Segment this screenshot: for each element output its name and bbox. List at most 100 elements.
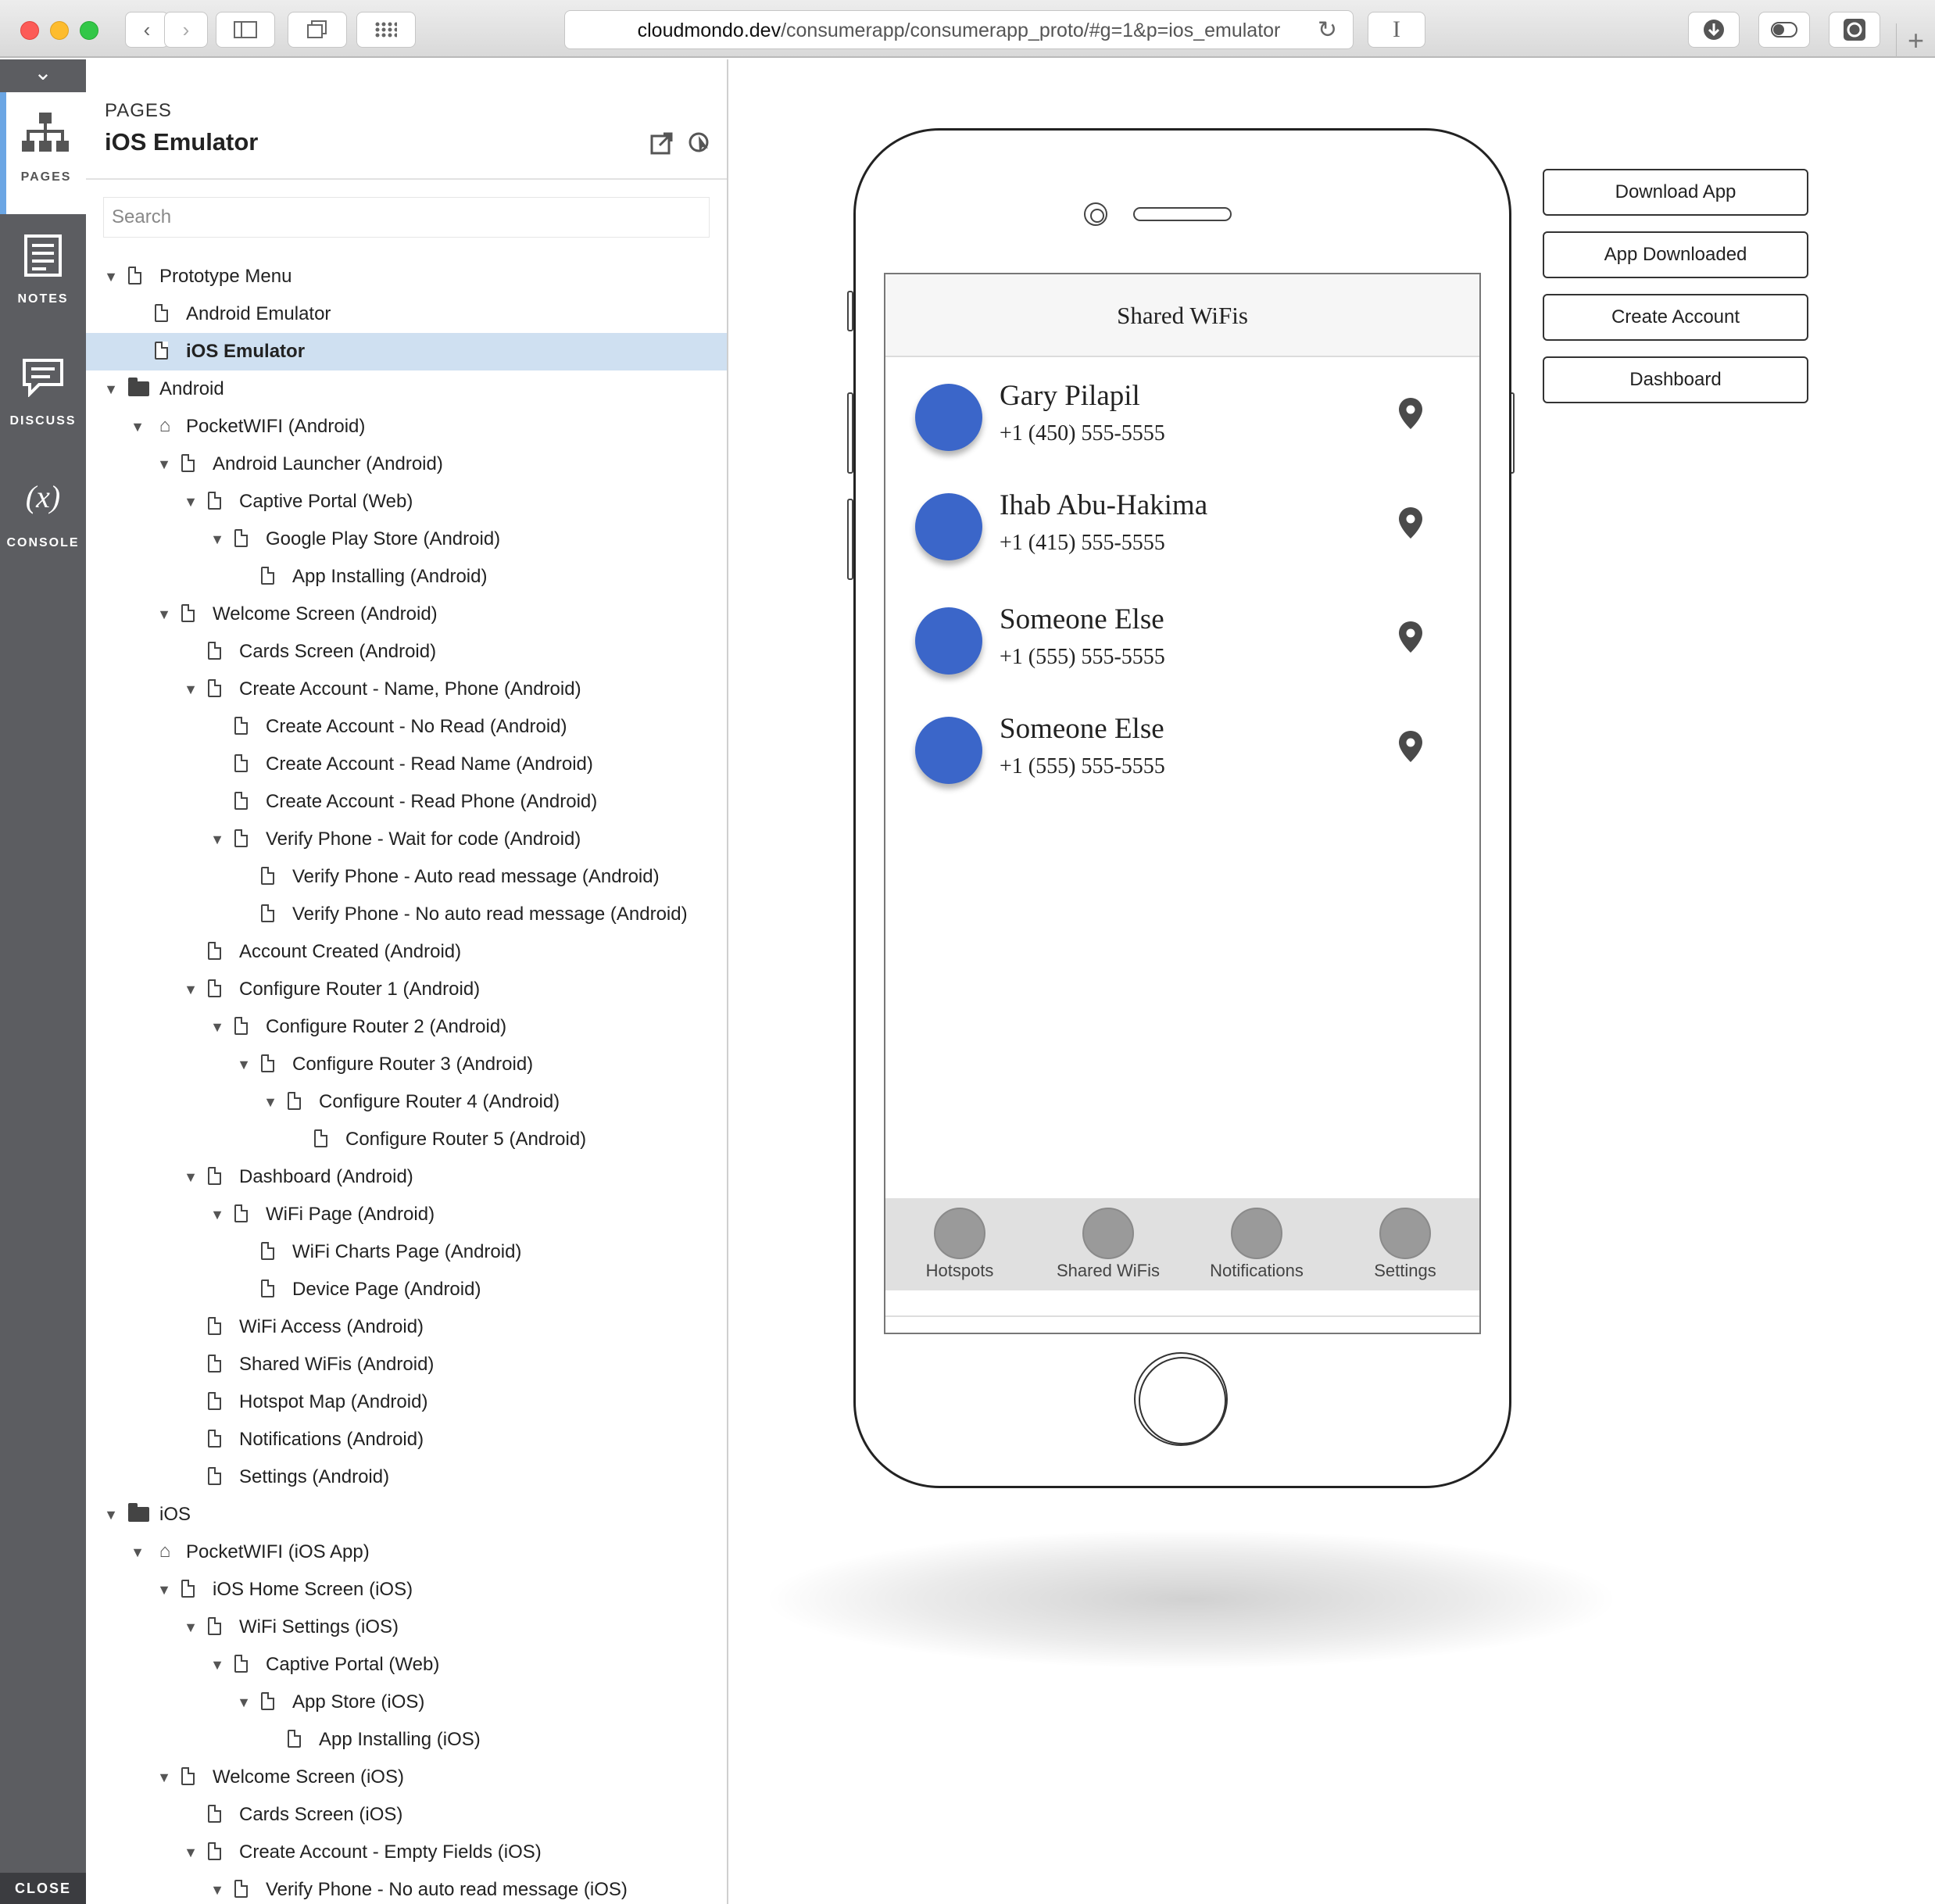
- back-button[interactable]: ‹: [125, 12, 169, 48]
- tab-settings[interactable]: Settings: [1331, 1198, 1479, 1290]
- tree-item[interactable]: WiFi Access (Android): [86, 1308, 727, 1346]
- expand-arrow-icon[interactable]: ▼: [156, 446, 172, 483]
- contact-row[interactable]: Someone Else +1 (555) 555-5555: [885, 695, 1479, 804]
- tree-item[interactable]: App Installing (Android): [86, 558, 727, 596]
- expand-arrow-icon[interactable]: ▼: [183, 1834, 199, 1871]
- contact-row[interactable]: Ihab Abu-Hakima +1 (415) 555-5555: [885, 471, 1479, 581]
- tree-item[interactable]: ▼ iOS Home Screen (iOS): [86, 1571, 727, 1609]
- tree-item[interactable]: ▼ Create Account - Empty Fields (iOS): [86, 1834, 727, 1871]
- tree-item[interactable]: ▼ Captive Portal (Web): [86, 1646, 727, 1684]
- tree-item[interactable]: Verify Phone - No auto read message (And…: [86, 896, 727, 933]
- tree-item[interactable]: ▼ Dashboard (Android): [86, 1158, 727, 1196]
- expand-arrow-icon[interactable]: ▼: [103, 258, 119, 295]
- expand-arrow-icon[interactable]: ▼: [209, 1008, 225, 1046]
- tree-item[interactable]: ▼ Android: [86, 370, 727, 408]
- rail-item-discuss[interactable]: DISCUSS: [0, 336, 86, 458]
- tree-item[interactable]: ▼ Configure Router 3 (Android): [86, 1046, 727, 1083]
- tree-item[interactable]: ▼ Welcome Screen (Android): [86, 596, 727, 633]
- tab-hotspots[interactable]: Hotspots: [885, 1198, 1034, 1290]
- expand-arrow-icon[interactable]: ▼: [183, 1609, 199, 1646]
- tree-item[interactable]: ▼ WiFi Page (Android): [86, 1196, 727, 1233]
- rail-item-console[interactable]: (x) CONSOLE: [0, 458, 86, 580]
- expand-arrow-icon[interactable]: ▼: [236, 1684, 252, 1721]
- expand-arrow-icon[interactable]: ▼: [156, 1571, 172, 1609]
- tree-item[interactable]: ▼ Configure Router 4 (Android): [86, 1083, 727, 1121]
- tree-item[interactable]: Android Emulator: [86, 295, 727, 333]
- tree-item[interactable]: Create Account - Read Name (Android): [86, 746, 727, 783]
- tree-item[interactable]: Create Account - Read Phone (Android): [86, 783, 727, 821]
- rail-item-pages[interactable]: PAGES: [0, 92, 86, 214]
- tree-item[interactable]: ▼ Google Play Store (Android): [86, 521, 727, 558]
- tree-item[interactable]: ▼ Captive Portal (Web): [86, 483, 727, 521]
- tab-shared-wifis[interactable]: Shared WiFis: [1034, 1198, 1182, 1290]
- tree-item[interactable]: ▼ Verify Phone - No auto read message (iO…: [86, 1871, 727, 1904]
- open-external-icon[interactable]: [650, 131, 674, 155]
- tree-item[interactable]: ▼ ⌂ PocketWIFI (iOS App): [86, 1534, 727, 1571]
- reload-icon[interactable]: ↻: [1318, 11, 1337, 50]
- expand-arrow-icon[interactable]: ▼: [236, 1046, 252, 1083]
- expand-arrow-icon[interactable]: ▼: [156, 1759, 172, 1796]
- tree-item[interactable]: WiFi Charts Page (Android): [86, 1233, 727, 1271]
- collapse-toggle[interactable]: ⌄: [0, 59, 86, 89]
- expand-arrow-icon[interactable]: ▼: [209, 821, 225, 858]
- expand-arrow-icon[interactable]: ▼: [103, 370, 119, 408]
- expand-arrow-icon[interactable]: ▼: [130, 1534, 145, 1571]
- tree-item[interactable]: ▼ Welcome Screen (iOS): [86, 1759, 727, 1796]
- tree-item[interactable]: Create Account - No Read (Android): [86, 708, 727, 746]
- tree-item[interactable]: Shared WiFis (Android): [86, 1346, 727, 1383]
- tree-item[interactable]: ▼ iOS: [86, 1496, 727, 1534]
- contact-row[interactable]: Someone Else +1 (555) 555-5555: [885, 585, 1479, 695]
- map-pin-icon[interactable]: [1397, 620, 1425, 654]
- expand-arrow-icon[interactable]: ▼: [183, 971, 199, 1008]
- top-sites-button[interactable]: [356, 12, 416, 48]
- tree-item[interactable]: ▼ App Store (iOS): [86, 1684, 727, 1721]
- tree-item[interactable]: Settings (Android): [86, 1458, 727, 1496]
- home-button[interactable]: [1134, 1352, 1228, 1446]
- tree-item[interactable]: Cards Screen (iOS): [86, 1796, 727, 1834]
- window-close-button[interactable]: [20, 21, 39, 40]
- tabs-overview-button[interactable]: [288, 12, 347, 48]
- tree-item[interactable]: Device Page (Android): [86, 1271, 727, 1308]
- sidebar-toggle-button[interactable]: [216, 12, 275, 48]
- forward-button[interactable]: ›: [164, 12, 208, 48]
- new-tab-button[interactable]: +: [1896, 23, 1935, 58]
- address-bar[interactable]: cloudmondo.dev/consumerapp/consumerapp_p…: [564, 10, 1354, 49]
- tree-item[interactable]: Configure Router 5 (Android): [86, 1121, 727, 1158]
- tree-item[interactable]: ▼ WiFi Settings (iOS): [86, 1609, 727, 1646]
- tree-item[interactable]: Hotspot Map (Android): [86, 1383, 727, 1421]
- window-minimize-button[interactable]: [50, 21, 69, 40]
- tree-item[interactable]: Notifications (Android): [86, 1421, 727, 1458]
- expand-arrow-icon[interactable]: ▼: [209, 521, 225, 558]
- create-account-button[interactable]: Create Account: [1543, 294, 1808, 341]
- map-pin-icon[interactable]: [1397, 396, 1425, 431]
- tree-item[interactable]: ▼ Configure Router 1 (Android): [86, 971, 727, 1008]
- download-app-button[interactable]: Download App: [1543, 169, 1808, 216]
- tree-item[interactable]: Cards Screen (Android): [86, 633, 727, 671]
- tree-item[interactable]: Account Created (Android): [86, 933, 727, 971]
- close-button[interactable]: CLOSE: [0, 1873, 86, 1904]
- tree-item[interactable]: ▼ Android Launcher (Android): [86, 446, 727, 483]
- tree-item[interactable]: ▼ Configure Router 2 (Android): [86, 1008, 727, 1046]
- contact-row[interactable]: Gary Pilapil +1 (450) 555-5555: [885, 362, 1479, 471]
- tab-notifications[interactable]: Notifications: [1182, 1198, 1331, 1290]
- tree-item[interactable]: ▼ ⌂ PocketWIFI (Android): [86, 408, 727, 446]
- app-downloaded-button[interactable]: App Downloaded: [1543, 231, 1808, 278]
- expand-arrow-icon[interactable]: ▼: [103, 1496, 119, 1534]
- window-zoom-button[interactable]: [80, 21, 98, 40]
- downloads-button[interactable]: [1688, 12, 1740, 48]
- tree-item[interactable]: ▼ Prototype Menu: [86, 258, 727, 295]
- expand-arrow-icon[interactable]: ▼: [183, 483, 199, 521]
- expand-arrow-icon[interactable]: ▼: [130, 408, 145, 446]
- tree-item[interactable]: Verify Phone - Auto read message (Androi…: [86, 858, 727, 896]
- expand-arrow-icon[interactable]: ▼: [183, 671, 199, 708]
- expand-arrow-icon[interactable]: ▼: [209, 1646, 225, 1684]
- extension-toggle-button[interactable]: [1758, 12, 1810, 48]
- rail-item-notes[interactable]: NOTES: [0, 214, 86, 336]
- expand-arrow-icon[interactable]: ▼: [209, 1196, 225, 1233]
- map-pin-icon[interactable]: [1397, 506, 1425, 540]
- tree-item[interactable]: ▼ Create Account - Name, Phone (Android): [86, 671, 727, 708]
- expand-arrow-icon[interactable]: ▼: [183, 1158, 199, 1196]
- expand-arrow-icon[interactable]: ▼: [156, 596, 172, 633]
- tree-item[interactable]: ▼ Verify Phone - Wait for code (Android): [86, 821, 727, 858]
- expand-arrow-icon[interactable]: ▼: [263, 1083, 278, 1121]
